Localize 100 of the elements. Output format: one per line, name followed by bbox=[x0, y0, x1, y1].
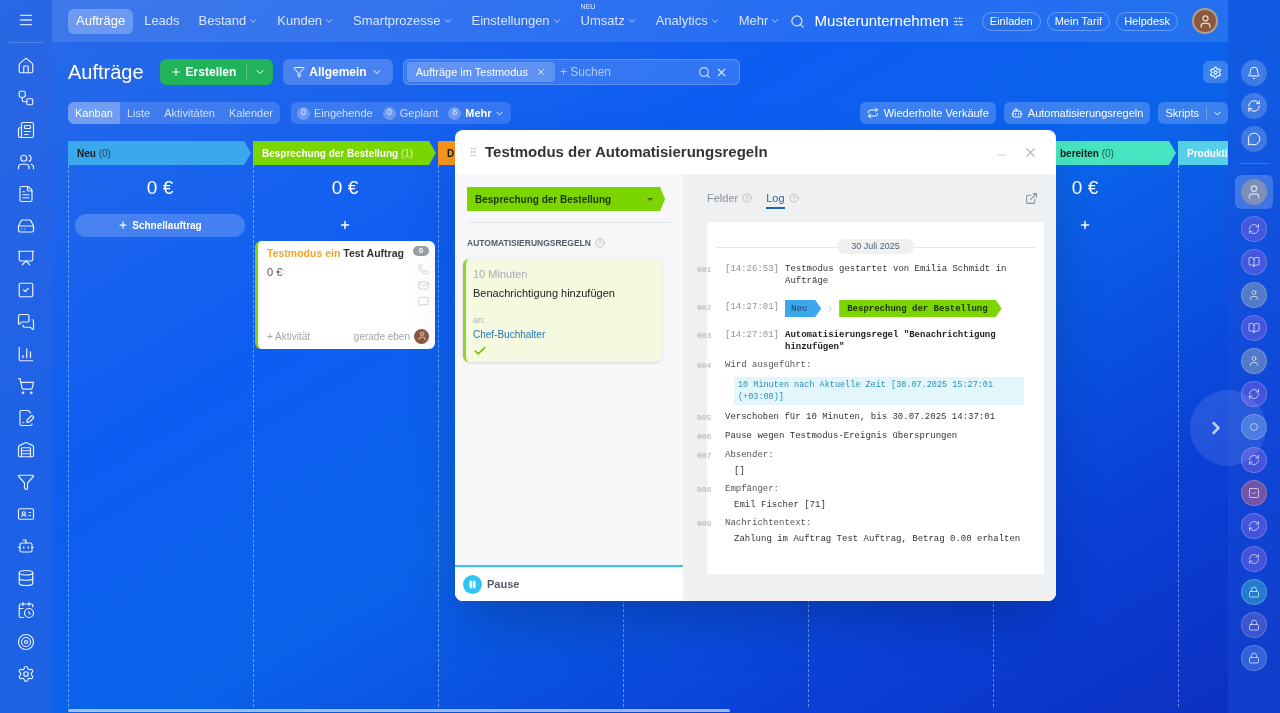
nav-tab[interactable]: Kunden bbox=[269, 8, 343, 34]
user-avatar bbox=[414, 328, 429, 344]
plus-icon bbox=[169, 66, 182, 78]
sync-icon[interactable] bbox=[1241, 546, 1267, 572]
line-number: 004 bbox=[697, 360, 713, 372]
contact-card-icon[interactable] bbox=[17, 505, 35, 523]
drive-icon[interactable] bbox=[17, 217, 35, 235]
sync-icon[interactable] bbox=[1241, 93, 1267, 119]
filter-button[interactable]: Allgemein bbox=[283, 59, 393, 85]
line-number: 007 bbox=[697, 450, 713, 462]
user-avatar[interactable] bbox=[1241, 348, 1267, 374]
counter-label[interactable]: Geplant bbox=[399, 104, 439, 122]
bell-icon[interactable] bbox=[1241, 60, 1267, 86]
checkbox-icon[interactable] bbox=[17, 281, 35, 299]
target-icon[interactable] bbox=[17, 633, 35, 651]
pause-button[interactable]: Pause bbox=[463, 574, 520, 594]
chat-icon[interactable] bbox=[17, 313, 35, 331]
filter-chip[interactable]: Aufträge im Testmodus bbox=[406, 62, 555, 82]
workflow-icon[interactable] bbox=[17, 89, 35, 107]
quick-add-button[interactable]: Schnellauftrag bbox=[75, 213, 245, 237]
search-icon[interactable] bbox=[697, 65, 711, 79]
scripts-button[interactable]: Skripts bbox=[1158, 102, 1228, 124]
warehouse-icon[interactable] bbox=[17, 441, 35, 459]
stage-header[interactable]: Besprechung der Bestellung (1) bbox=[253, 141, 436, 165]
drag-handle-icon[interactable] bbox=[467, 146, 479, 158]
view-tab[interactable]: Kanban bbox=[68, 102, 120, 124]
log-time: [14:26:53] bbox=[725, 264, 779, 274]
log-tab[interactable]: Log bbox=[766, 188, 799, 208]
close-icon[interactable] bbox=[535, 67, 546, 77]
stage-header[interactable]: Produkti bbox=[1178, 141, 1228, 165]
log-text: Pause wegen Testmodus-Ereignis übersprungen bbox=[725, 431, 958, 441]
document-icon[interactable] bbox=[17, 185, 35, 203]
nav-tab[interactable]: Leads bbox=[136, 8, 188, 34]
lock-icon[interactable] bbox=[1241, 612, 1267, 638]
counter-label[interactable]: Eingehende bbox=[314, 104, 373, 122]
nav-tab[interactable]: Analytics bbox=[647, 8, 728, 34]
toolbar-button[interactable]: Automatisierungsregeln bbox=[1003, 102, 1151, 124]
presentation-icon[interactable] bbox=[17, 249, 35, 267]
group-avatar[interactable] bbox=[1241, 282, 1267, 308]
bar-chart-icon[interactable] bbox=[17, 345, 35, 363]
horizontal-scrollbar[interactable] bbox=[68, 708, 730, 712]
create-button[interactable]: Erstellen bbox=[159, 59, 274, 85]
signature-icon[interactable] bbox=[17, 409, 35, 427]
database-icon[interactable] bbox=[17, 569, 35, 587]
add-icon[interactable] bbox=[1079, 218, 1091, 231]
stage-total: 0 € bbox=[331, 176, 359, 200]
log-label: Nachrichtentext: bbox=[725, 517, 813, 529]
more-dropdown[interactable]: Mehr bbox=[465, 104, 505, 122]
nav-tab[interactable]: Aufträge bbox=[68, 8, 134, 34]
nav-tab[interactable]: Umsatz bbox=[572, 8, 645, 34]
view-tab[interactable]: Liste bbox=[119, 102, 158, 124]
robot-icon bbox=[1010, 107, 1023, 119]
user-avatar[interactable] bbox=[1235, 175, 1273, 209]
log-text: Testmodus gestartet von Emilia Schmidt in Aufträge bbox=[785, 264, 1007, 286]
sync-icon[interactable] bbox=[1241, 447, 1267, 473]
search-field[interactable]: Aufträge im Testmodus + Suchen bbox=[402, 59, 740, 85]
search-placeholder: + Suchen bbox=[559, 64, 611, 81]
users-icon[interactable] bbox=[17, 153, 35, 171]
log-tab[interactable]: Felder bbox=[707, 188, 753, 208]
sync-icon[interactable] bbox=[1241, 513, 1267, 539]
nav-tab[interactable]: Bestand bbox=[190, 8, 267, 34]
book-icon[interactable] bbox=[1241, 249, 1267, 275]
search-icon[interactable] bbox=[789, 13, 805, 29]
add-icon[interactable] bbox=[339, 218, 351, 231]
toolbar-button[interactable]: Wiederholte Verkäufe bbox=[859, 102, 996, 124]
open-external-icon[interactable] bbox=[1025, 191, 1038, 205]
lock-icon[interactable] bbox=[1241, 645, 1267, 671]
calendar-icon[interactable] bbox=[17, 601, 35, 619]
nav-tab[interactable]: Einstellungen bbox=[463, 8, 570, 34]
sync-icon[interactable] bbox=[1241, 381, 1267, 407]
nav-tab[interactable]: Mehr bbox=[730, 8, 789, 34]
deal-card[interactable]: Testmodus ein Test Auftrag 0 0 € + Aktivität gerade eben bbox=[255, 240, 435, 349]
counter-badge: 8 bbox=[448, 106, 462, 120]
lock-icon[interactable] bbox=[1241, 579, 1267, 605]
cart-icon[interactable] bbox=[17, 377, 35, 395]
book-icon[interactable] bbox=[1241, 315, 1267, 341]
newspaper-icon[interactable] bbox=[17, 121, 35, 139]
counter-badge: 0 bbox=[382, 106, 396, 120]
settings-sliders-icon[interactable] bbox=[952, 15, 964, 27]
view-tab[interactable]: Aktivitäten bbox=[157, 102, 222, 124]
settings-icon[interactable] bbox=[17, 665, 35, 683]
view-tab[interactable]: Kalender bbox=[221, 102, 280, 124]
task-icon[interactable] bbox=[1241, 480, 1267, 506]
profile-avatar[interactable] bbox=[1192, 8, 1218, 34]
sync-icon[interactable] bbox=[1241, 216, 1267, 242]
stage-select[interactable]: Besprechung der Bestellung bbox=[467, 187, 665, 211]
settings-button[interactable] bbox=[1203, 61, 1228, 83]
menu-icon[interactable] bbox=[18, 12, 34, 28]
scroll-right-button[interactable] bbox=[1190, 390, 1266, 466]
letter-avatar[interactable] bbox=[1241, 414, 1267, 440]
nav-tab[interactable]: Smartprozesse bbox=[345, 8, 461, 34]
robot-icon[interactable] bbox=[17, 537, 35, 555]
chat-icon[interactable] bbox=[1241, 126, 1267, 152]
company-name[interactable]: Musterunternehmen bbox=[814, 9, 949, 33]
home-icon[interactable] bbox=[17, 57, 35, 75]
recipient-link[interactable]: Chef-Buchhalter bbox=[473, 327, 662, 343]
funnel-icon[interactable] bbox=[17, 473, 35, 491]
add-activity-link[interactable]: + Aktivität bbox=[267, 328, 354, 344]
stage-header[interactable]: Neu (0) bbox=[68, 141, 251, 165]
card-title[interactable]: Testmodus ein Test Auftrag bbox=[267, 245, 413, 262]
